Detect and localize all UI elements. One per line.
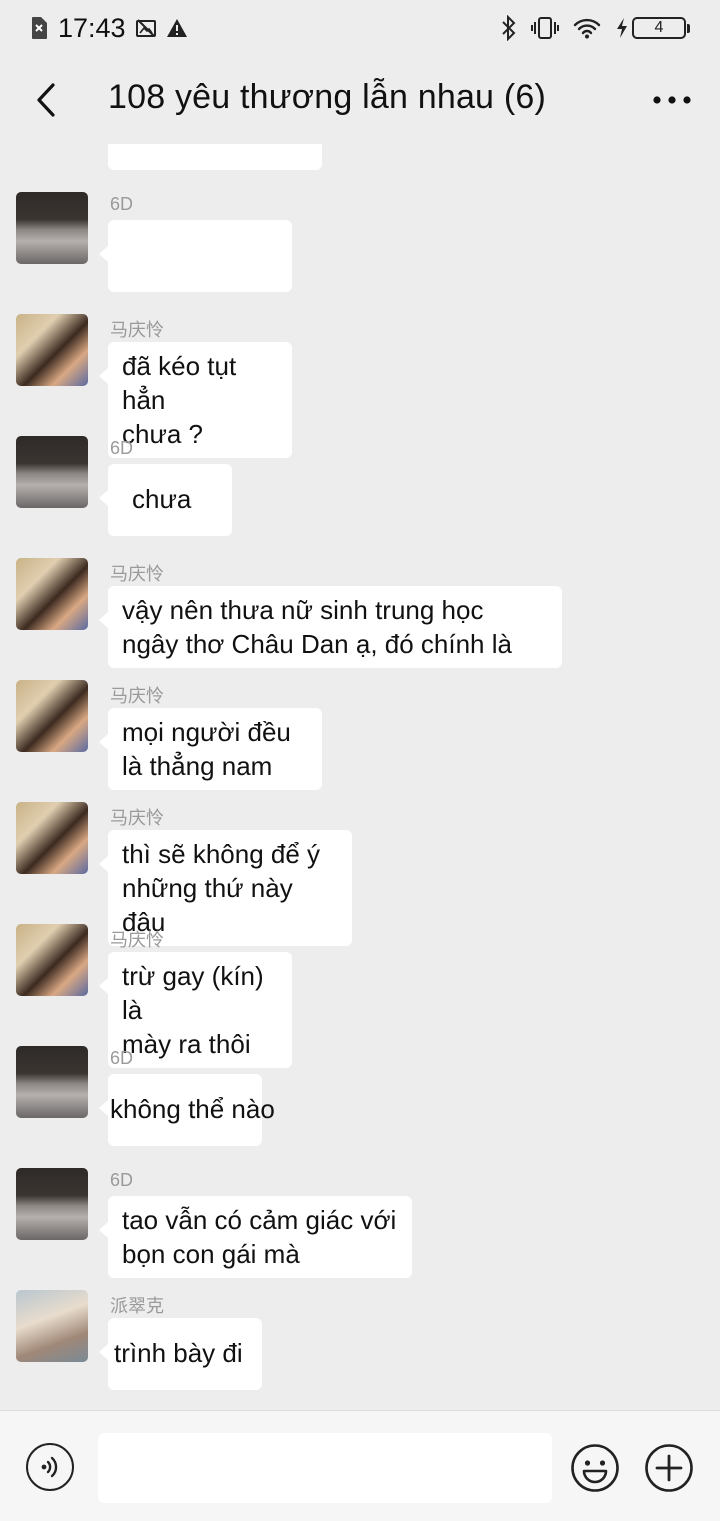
message-line: tao vẫn có cảm giác với bbox=[122, 1205, 397, 1235]
sim-off-icon bbox=[30, 16, 48, 40]
avatar-ma[interactable] bbox=[16, 924, 88, 996]
message-line: ngây thơ Châu Dan ạ, đó chính là bbox=[122, 629, 512, 659]
avatar-6d[interactable] bbox=[16, 192, 88, 264]
battery-indicator: 4 bbox=[615, 17, 690, 39]
message-line: chưa ? bbox=[122, 419, 204, 449]
status-bar: 17:43 4 bbox=[0, 0, 720, 56]
wifi-icon bbox=[573, 17, 601, 39]
voice-button[interactable] bbox=[26, 1443, 74, 1491]
plus-icon bbox=[645, 1444, 693, 1492]
voice-icon bbox=[41, 1456, 58, 1478]
sender-name: 6D bbox=[110, 1170, 134, 1190]
more-icon bbox=[653, 96, 691, 104]
message-line: thì sẽ không để ý bbox=[122, 839, 321, 869]
vibrate-icon bbox=[531, 16, 559, 40]
back-button[interactable] bbox=[26, 78, 66, 122]
message-bubble[interactable] bbox=[99, 220, 292, 292]
avatar-ma[interactable] bbox=[16, 802, 88, 874]
avatar-6d[interactable] bbox=[16, 1046, 88, 1118]
avatar-pai[interactable] bbox=[16, 1290, 88, 1362]
message-bubble[interactable]: trừ gay (kín) là mày ra thôi bbox=[99, 952, 292, 1068]
message-bubble[interactable]: tao vẫn có cảm giác với bọn con gái mà bbox=[99, 1196, 412, 1278]
sender-name: 派翠克 bbox=[110, 1296, 164, 1316]
sender-name: 马庆怜 bbox=[110, 930, 164, 950]
message-bubble[interactable]: chưa bbox=[99, 464, 232, 536]
message-bubble[interactable]: đã kéo tụt hẳn chưa ? bbox=[99, 342, 292, 458]
message-line: trình bày đi bbox=[114, 1338, 243, 1368]
sender-name: 马庆怜 bbox=[110, 808, 164, 828]
message-input[interactable] bbox=[98, 1433, 552, 1503]
message-line: đã kéo tụt hẳn bbox=[122, 351, 237, 415]
status-time: 17:43 bbox=[58, 12, 126, 43]
plus-button[interactable] bbox=[644, 1443, 694, 1493]
message-bubble[interactable]: trình bày đi bbox=[99, 1318, 262, 1390]
message-list[interactable]: 6D 马庆怜 đã kéo tụt hẳn chưa ? 6D chưa 马庆怜… bbox=[0, 144, 720, 1410]
chat-title: 108 yêu thương lẫn nhau (6) bbox=[108, 78, 546, 116]
warning-icon bbox=[166, 18, 188, 38]
message-line: vậy nên thưa nữ sinh trung học bbox=[122, 595, 484, 625]
bluetooth-icon bbox=[501, 15, 517, 41]
chat-header: 108 yêu thương lẫn nhau (6) bbox=[0, 56, 720, 144]
avatar-6d[interactable] bbox=[16, 1168, 88, 1240]
battery-level: 4 bbox=[632, 17, 686, 39]
message-line: là thẳng nam bbox=[122, 751, 273, 781]
sender-name: 马庆怜 bbox=[110, 564, 164, 584]
message-line: trừ gay (kín) là bbox=[122, 961, 264, 1025]
message-line: không thể nào bbox=[110, 1094, 275, 1124]
sender-name: 6D bbox=[110, 438, 134, 458]
sender-name: 马庆怜 bbox=[110, 686, 164, 706]
back-arrow-icon bbox=[37, 83, 55, 117]
avatar-ma[interactable] bbox=[16, 314, 88, 386]
photo-off-icon bbox=[135, 18, 156, 38]
message-line: mày ra thôi bbox=[122, 1029, 251, 1059]
partial-message-bubble bbox=[108, 144, 322, 170]
message-line: bọn con gái mà bbox=[122, 1239, 300, 1269]
sender-name: 6D bbox=[110, 194, 134, 214]
message-bubble[interactable]: vậy nên thưa nữ sinh trung học ngây thơ … bbox=[99, 586, 562, 668]
input-bar bbox=[0, 1410, 720, 1521]
sender-name: 6D bbox=[110, 1048, 134, 1068]
emoji-icon bbox=[571, 1444, 619, 1492]
avatar-ma[interactable] bbox=[16, 680, 88, 752]
avatar-6d[interactable] bbox=[16, 436, 88, 508]
message-line: mọi người đều bbox=[122, 717, 291, 747]
more-button[interactable] bbox=[644, 80, 700, 120]
sender-name: 马庆怜 bbox=[110, 320, 164, 340]
message-bubble[interactable]: mọi người đều là thẳng nam bbox=[99, 708, 322, 790]
emoji-button[interactable] bbox=[570, 1443, 620, 1493]
message-bubble[interactable]: không thể nào bbox=[99, 1074, 275, 1146]
avatar-ma[interactable] bbox=[16, 558, 88, 630]
message-line: chưa bbox=[132, 484, 192, 514]
